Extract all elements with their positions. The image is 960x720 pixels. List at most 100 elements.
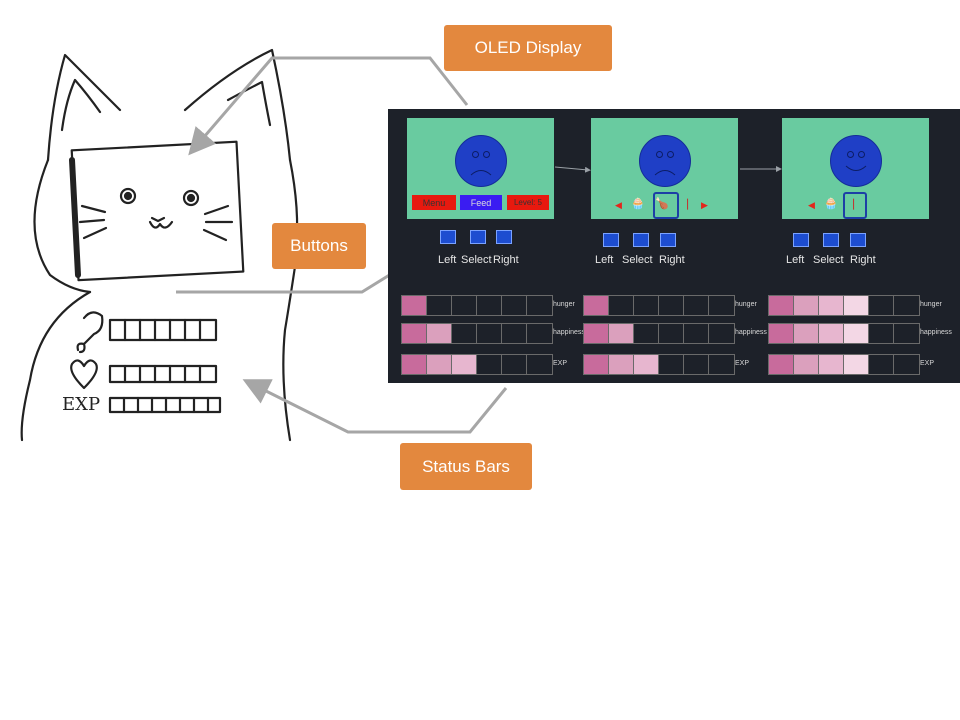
left-hw-button[interactable] — [440, 230, 456, 244]
sad-face-icon — [455, 135, 507, 187]
bar-segment-empty — [427, 296, 452, 315]
bar-segment-filled — [819, 324, 844, 343]
bar-segment-filled — [844, 355, 869, 374]
bar-segment-empty — [452, 324, 477, 343]
left-arrow-icon[interactable]: ◀ — [808, 200, 815, 211]
right-label: Right — [659, 254, 685, 266]
select-label: Select — [813, 254, 844, 266]
bar-segment-filled — [844, 296, 869, 315]
hunger-label: hunger — [553, 301, 575, 308]
right-hw-button[interactable] — [496, 230, 512, 244]
bar-segment-empty — [502, 324, 527, 343]
bar-segment-filled — [402, 355, 427, 374]
bar-segment-filled — [769, 355, 794, 374]
bar-segment-empty — [452, 296, 477, 315]
left-hw-button[interactable] — [603, 233, 619, 247]
level-badge: Level: 5 — [507, 195, 549, 210]
bar-segment-empty — [684, 355, 709, 374]
exp-bar — [583, 354, 735, 375]
bar-segment-empty — [502, 296, 527, 315]
bar-segment-empty — [659, 324, 684, 343]
bar-segment-filled — [452, 355, 477, 374]
bar-segment-empty — [684, 324, 709, 343]
left-label: Left — [786, 254, 805, 266]
bar-segment-empty — [609, 296, 634, 315]
exp-label: EXP — [735, 360, 750, 367]
bar-segment-filled — [402, 324, 427, 343]
exp-bar — [401, 354, 553, 375]
bar-segment-empty — [634, 296, 659, 315]
bar-segment-empty — [894, 296, 919, 315]
bar-segment-filled — [609, 324, 634, 343]
exp-label: EXP — [920, 360, 935, 367]
right-hw-button[interactable] — [850, 233, 866, 247]
bar-segment-empty — [502, 355, 527, 374]
right-arrow-icon[interactable]: ▶ — [701, 200, 708, 211]
cupcake-icon[interactable]: 🧁 — [631, 197, 645, 210]
bar-segment-filled — [844, 324, 869, 343]
happy-face-icon — [830, 135, 882, 187]
hunger-label: hunger — [920, 301, 942, 308]
buttons-callout: Buttons — [272, 223, 366, 269]
sad-face-icon — [639, 135, 691, 187]
select-hw-button[interactable] — [633, 233, 649, 247]
bar-segment-empty — [527, 296, 552, 315]
cupcake-icon[interactable]: 🧁 — [824, 197, 838, 210]
bar-segment-filled — [427, 324, 452, 343]
bar-segment-empty — [477, 324, 502, 343]
bar-segment-empty — [869, 296, 894, 315]
bar-segment-filled — [794, 355, 819, 374]
bar-segment-filled — [584, 296, 609, 315]
oled-screen-1: Menu Feed Level: 5 — [407, 118, 554, 219]
hunger-bar — [768, 295, 920, 316]
left-label: Left — [438, 254, 457, 266]
hunger-bar — [583, 295, 735, 316]
right-hw-button[interactable] — [660, 233, 676, 247]
bar-segment-filled — [634, 355, 659, 374]
select-label: Select — [461, 254, 492, 266]
happiness-bar — [583, 323, 735, 344]
bar-segment-empty — [709, 324, 734, 343]
bar-segment-empty — [869, 324, 894, 343]
bar-segment-empty — [527, 324, 552, 343]
candy-cane-icon[interactable]: ❘ — [683, 197, 692, 210]
bar-segment-empty — [527, 355, 552, 374]
happiness-bar — [768, 323, 920, 344]
happiness-label: happiness — [920, 329, 952, 336]
bar-segment-empty — [634, 324, 659, 343]
bar-segment-filled — [584, 324, 609, 343]
exp-bar — [768, 354, 920, 375]
turkey-icon[interactable]: 🍗 — [655, 197, 669, 210]
happiness-label: happiness — [735, 329, 767, 336]
bar-segment-empty — [684, 296, 709, 315]
menu-button[interactable]: Menu — [412, 195, 456, 210]
bar-segment-filled — [794, 296, 819, 315]
bar-segment-empty — [659, 296, 684, 315]
candy-cane-icon[interactable]: ❘ — [849, 197, 858, 210]
oled-screen-3: ◀ 🧁 ❘ — [782, 118, 929, 219]
bar-segment-filled — [769, 324, 794, 343]
bar-segment-filled — [402, 296, 427, 315]
left-label: Left — [595, 254, 614, 266]
oled-display-callout: OLED Display — [444, 25, 612, 71]
left-hw-button[interactable] — [793, 233, 809, 247]
status-bars-callout: Status Bars — [400, 443, 532, 490]
bar-segment-empty — [894, 324, 919, 343]
bar-segment-empty — [477, 296, 502, 315]
bar-segment-filled — [609, 355, 634, 374]
left-arrow-icon[interactable]: ◀ — [615, 200, 622, 211]
select-label: Select — [622, 254, 653, 266]
status-arrow — [242, 379, 508, 434]
bar-segment-filled — [794, 324, 819, 343]
happiness-bar — [401, 323, 553, 344]
happiness-label: happiness — [553, 329, 585, 336]
select-hw-button[interactable] — [470, 230, 486, 244]
mockup-panel: Menu Feed Level: 5 ◀ 🧁 🍗 ❘ ▶ ◀ 🧁 ❘ Left … — [388, 109, 960, 383]
bar-segment-filled — [769, 296, 794, 315]
hunger-bar — [401, 295, 553, 316]
bar-segment-empty — [477, 355, 502, 374]
bar-segment-empty — [869, 355, 894, 374]
bar-segment-empty — [709, 355, 734, 374]
select-hw-button[interactable] — [823, 233, 839, 247]
feed-button[interactable]: Feed — [460, 195, 502, 210]
